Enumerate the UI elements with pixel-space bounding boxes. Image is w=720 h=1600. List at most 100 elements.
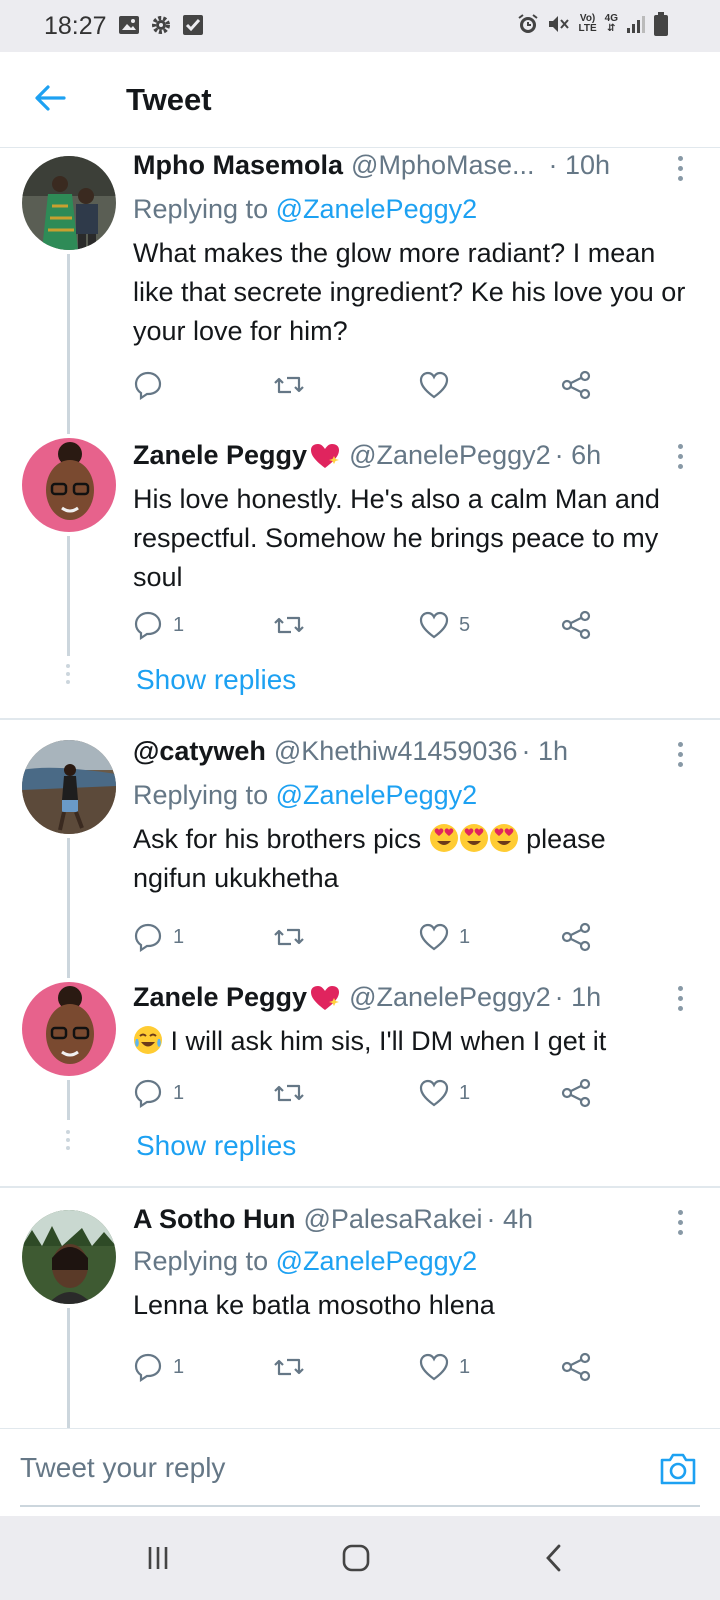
tweet-item[interactable]: @catyweh @Khethiw41459036 · 1h Replying … [0, 720, 720, 978]
heart-outline-icon [419, 1353, 449, 1381]
thread-dots [66, 1130, 71, 1154]
reply-button[interactable]: 1 [133, 608, 184, 642]
tweet-item[interactable]: Zanele Peggy @ZanelePeggy2 · 6h His love… [0, 428, 720, 718]
share-button[interactable] [561, 1076, 591, 1110]
home-button[interactable] [336, 1538, 376, 1578]
tweet-text: I will ask him sis, I'll DM when I get i… [133, 1022, 693, 1061]
more-options-icon[interactable] [673, 154, 687, 184]
retweet-icon [274, 616, 304, 634]
author-name[interactable]: Mpho Masemola [133, 150, 343, 181]
share-icon [561, 1078, 591, 1108]
back-nav-button[interactable] [534, 1538, 574, 1578]
retweet-button[interactable] [273, 608, 305, 642]
avatar-photo [22, 438, 116, 532]
author-handle[interactable]: @ZanelePeggy2 [349, 440, 551, 471]
tweet-header: Mpho Masemola @MphoMase... · 10h [133, 150, 610, 181]
avatar[interactable] [22, 156, 116, 250]
thread-line [67, 254, 70, 434]
author-name[interactable]: Zanele Peggy [133, 982, 307, 1013]
like-button[interactable]: 5 [419, 608, 470, 642]
recent-apps-icon [148, 1547, 168, 1569]
tweet-item[interactable]: A Sotho Hun @PalesaRakei · 4h Replying t… [0, 1188, 720, 1428]
reply-button[interactable]: 1 [133, 920, 184, 954]
share-icon [561, 610, 591, 640]
sparkling-heart-icon [311, 443, 340, 468]
share-button[interactable] [561, 920, 591, 954]
share-button[interactable] [561, 1350, 591, 1384]
camera-button[interactable] [658, 1451, 698, 1487]
thread-dots [66, 664, 71, 688]
show-replies-link[interactable]: Show replies [136, 1130, 296, 1162]
avatar[interactable] [22, 982, 116, 1076]
heart-eyes-emoji-icon [489, 824, 518, 852]
camera-icon [660, 1453, 696, 1485]
retweet-button[interactable] [273, 368, 305, 402]
retweet-button[interactable] [273, 920, 305, 954]
more-options-icon[interactable] [673, 1208, 687, 1238]
reply-button[interactable] [133, 368, 163, 402]
tweet-time: · 1h [521, 736, 569, 766]
reply-icon [134, 923, 162, 952]
status-right-icons: Vo) LTE 4G ⇵ [517, 12, 668, 36]
like-button[interactable]: 1 [419, 1350, 470, 1384]
recent-apps-button[interactable] [138, 1538, 178, 1578]
check-icon [183, 15, 203, 35]
heart-eyes-emoji-icon [429, 824, 458, 852]
author-handle[interactable]: @Khethiw41459036 [274, 736, 518, 767]
mention-link[interactable]: @ZanelePeggy2 [276, 780, 478, 810]
tweet-item[interactable]: Mpho Masemola @MphoMase... · 10h Replyin… [0, 148, 720, 434]
retweet-icon [274, 376, 304, 394]
heart-outline-icon [419, 923, 449, 951]
reply-input[interactable] [20, 1445, 620, 1491]
more-options-icon[interactable] [673, 984, 687, 1014]
replying-to: Replying to @ZanelePeggy2 [133, 780, 478, 810]
avatar[interactable] [22, 1210, 116, 1304]
tweet-header: A Sotho Hun @PalesaRakei · 4h [133, 1204, 533, 1235]
share-button[interactable] [561, 608, 591, 642]
more-options-icon[interactable] [673, 740, 687, 770]
author-name[interactable]: Zanele Peggy [133, 440, 307, 471]
avatar[interactable] [22, 740, 116, 834]
volte-icon: Vo) LTE [578, 13, 597, 34]
tweet-actions: 1 5 [133, 608, 603, 642]
heart-outline-icon [419, 1079, 449, 1107]
tears-of-joy-emoji-icon [134, 1026, 162, 1054]
reply-button[interactable]: 1 [133, 1350, 184, 1384]
more-options-icon[interactable] [673, 442, 687, 472]
share-button[interactable] [561, 368, 591, 402]
retweet-button[interactable] [273, 1076, 305, 1110]
back-button[interactable] [28, 76, 72, 120]
author-handle[interactable]: @MphoMase... [351, 150, 534, 181]
reply-button[interactable]: 1 [133, 1076, 184, 1110]
heart-outline-icon [419, 371, 449, 399]
author-handle[interactable]: @PalesaRakei [303, 1204, 482, 1235]
tweet-header: Zanele Peggy @ZanelePeggy2 · 6h [133, 440, 601, 471]
avatar-photo [22, 740, 116, 834]
system-nav-bar [0, 1516, 720, 1600]
reply-count: 1 [173, 1355, 185, 1378]
like-button[interactable]: 1 [419, 920, 470, 954]
like-button[interactable] [419, 368, 449, 402]
signal-icon [627, 16, 645, 33]
replies-feed[interactable]: Mpho Masemola @MphoMase... · 10h Replyin… [0, 148, 720, 1428]
reply-icon [134, 1079, 162, 1108]
mute-icon [548, 16, 569, 32]
avatar[interactable] [22, 438, 116, 532]
home-icon [342, 1544, 370, 1572]
author-handle[interactable]: @ZanelePeggy2 [349, 982, 551, 1013]
mention-link[interactable]: @ZanelePeggy2 [276, 1246, 478, 1276]
battery-icon [654, 12, 668, 36]
retweet-button[interactable] [273, 1350, 305, 1384]
like-button[interactable]: 1 [419, 1076, 470, 1110]
tweet-item[interactable]: Zanele Peggy @ZanelePeggy2 · 1h I will a… [0, 970, 720, 1186]
tweet-actions [133, 368, 603, 402]
sparkling-heart-icon [311, 985, 340, 1010]
reply-icon [134, 611, 162, 640]
replying-to: Replying to @ZanelePeggy2 [133, 1246, 478, 1276]
author-name[interactable]: @catyweh [133, 736, 266, 767]
tweet-actions: 1 1 [133, 1350, 603, 1384]
show-replies-link[interactable]: Show replies [136, 664, 296, 696]
mention-link[interactable]: @ZanelePeggy2 [276, 194, 478, 224]
share-icon [561, 1352, 591, 1382]
author-name[interactable]: A Sotho Hun [133, 1204, 295, 1235]
